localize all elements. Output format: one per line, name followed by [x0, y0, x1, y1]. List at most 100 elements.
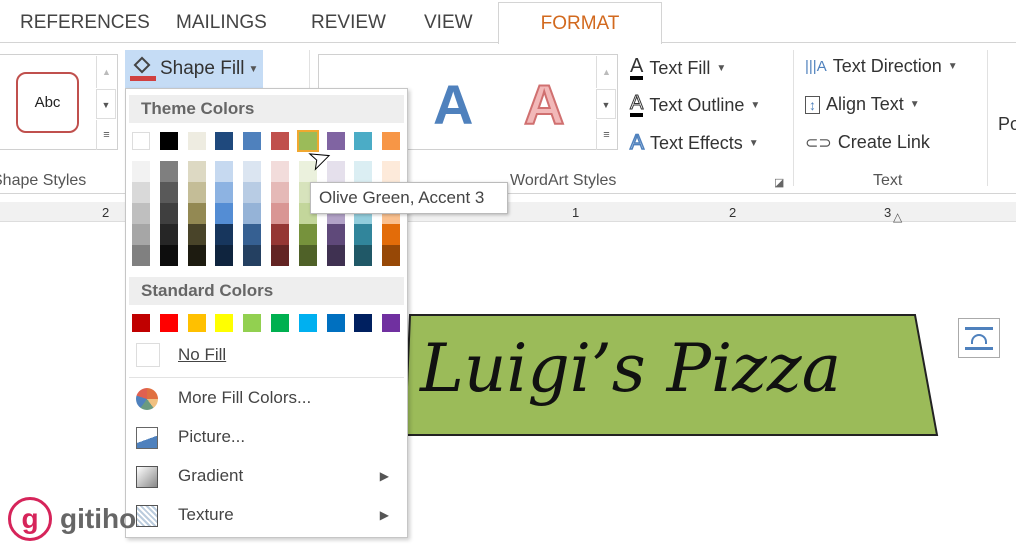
theme-shade-swatch[interactable]: [187, 161, 206, 182]
shape-fill-menu: Theme Colors Standard Colors No Fill Mor…: [125, 88, 408, 538]
standard-color-swatch[interactable]: [159, 314, 178, 332]
picture-icon: [136, 427, 158, 449]
theme-shade-swatch[interactable]: [132, 161, 150, 182]
theme-color-swatch[interactable]: [326, 132, 345, 150]
theme-shade-swatch[interactable]: [243, 203, 262, 224]
standard-color-swatch[interactable]: [354, 314, 373, 332]
theme-color-swatch[interactable]: [132, 132, 150, 150]
shape-style-preview[interactable]: Abc: [16, 72, 79, 133]
theme-shade-swatch[interactable]: [132, 245, 150, 266]
theme-color-swatch[interactable]: [354, 132, 373, 150]
theme-shade-swatch[interactable]: [326, 245, 345, 266]
theme-shade-swatch[interactable]: [243, 161, 262, 182]
theme-shade-swatch[interactable]: [187, 224, 206, 245]
wordart-more[interactable]: ≡: [596, 120, 616, 150]
theme-shade-swatch[interactable]: [354, 161, 373, 182]
theme-color-swatch[interactable]: [215, 132, 234, 150]
theme-shade-swatch[interactable]: [159, 245, 178, 266]
theme-shade-swatch[interactable]: [215, 203, 234, 224]
theme-shade-swatch[interactable]: [215, 182, 234, 203]
theme-shade-swatch[interactable]: [298, 224, 317, 245]
no-fill-item[interactable]: No Fill: [126, 337, 407, 373]
theme-shade-swatch[interactable]: [187, 245, 206, 266]
standard-color-swatch[interactable]: [215, 314, 234, 332]
theme-color-swatch[interactable]: [159, 132, 178, 150]
theme-shade-swatch[interactable]: [354, 245, 373, 266]
standard-color-swatch[interactable]: [132, 314, 150, 332]
theme-color-swatch[interactable]: [243, 132, 262, 150]
create-link-button[interactable]: ⊂⊃ Create Link: [805, 132, 930, 153]
tab-view[interactable]: VIEW: [424, 12, 473, 34]
tab-format[interactable]: FORMAT: [498, 2, 662, 44]
standard-color-swatch[interactable]: [382, 314, 401, 332]
picture-item[interactable]: Picture...: [126, 419, 407, 455]
theme-shade-swatch[interactable]: [132, 203, 150, 224]
theme-shade-swatch[interactable]: [382, 224, 401, 245]
wordart-scroll-down[interactable]: ▼: [596, 89, 616, 119]
chevron-down-icon: ▼: [947, 61, 958, 72]
tab-references[interactable]: REFERENCES: [20, 12, 150, 34]
text-fill-button[interactable]: A Text Fill ▼: [630, 56, 726, 80]
theme-shade-swatch[interactable]: [243, 182, 262, 203]
divider: [987, 50, 988, 186]
shape-text[interactable]: Luigi’s Pizza: [420, 330, 841, 407]
theme-shade-swatch[interactable]: [132, 182, 150, 203]
theme-color-swatch[interactable]: [382, 132, 401, 150]
theme-shade-swatch[interactable]: [159, 161, 178, 182]
standard-color-swatch[interactable]: [298, 314, 317, 332]
theme-shade-swatch[interactable]: [326, 224, 345, 245]
tab-review[interactable]: REVIEW: [311, 12, 386, 34]
theme-color-swatch[interactable]: [187, 132, 206, 150]
text-outline-button[interactable]: A Text Outline ▼: [629, 93, 760, 117]
gradient-item[interactable]: Gradient ▶: [126, 458, 407, 494]
standard-color-swatch[interactable]: [271, 314, 289, 332]
gallery-scroll-down[interactable]: ▼: [96, 89, 116, 119]
more-fill-colors-item[interactable]: More Fill Colors...: [126, 380, 407, 416]
theme-shade-swatch[interactable]: [271, 161, 289, 182]
dialog-launcher-icon[interactable]: ◪: [774, 176, 784, 189]
theme-shade-swatch[interactable]: [215, 161, 234, 182]
indent-marker[interactable]: △: [893, 210, 902, 224]
text-group-label: Text: [873, 172, 903, 189]
theme-shade-swatch[interactable]: [271, 182, 289, 203]
text-direction-button[interactable]: |||A Text Direction ▼: [805, 56, 958, 77]
theme-shade-swatch[interactable]: [187, 182, 206, 203]
standard-color-swatch[interactable]: [243, 314, 262, 332]
layout-options-icon[interactable]: [958, 318, 1000, 358]
theme-shade-swatch[interactable]: [215, 245, 234, 266]
theme-shade-swatch[interactable]: [159, 203, 178, 224]
gradient-label: Gradient: [178, 466, 244, 485]
theme-shade-swatch[interactable]: [159, 224, 178, 245]
standard-color-swatch[interactable]: [326, 314, 345, 332]
texture-item[interactable]: Texture ▶: [126, 497, 407, 533]
gallery-more[interactable]: ≡: [96, 120, 116, 150]
text-outline-label: Text Outline: [649, 94, 745, 115]
theme-shade-swatch[interactable]: [187, 203, 206, 224]
wordart-style-blue[interactable]: A: [433, 72, 473, 137]
theme-color-swatch[interactable]: [271, 132, 289, 150]
wordart-style-pink[interactable]: A: [523, 72, 565, 137]
chevron-down-icon: ▼: [748, 137, 759, 149]
standard-color-swatch[interactable]: [187, 314, 206, 332]
theme-shade-swatch[interactable]: [271, 203, 289, 224]
theme-shade-swatch[interactable]: [354, 224, 373, 245]
gitiho-logo: g: [8, 497, 52, 541]
wordart-scroll-up[interactable]: ▲: [596, 56, 616, 88]
theme-shade-swatch[interactable]: [215, 224, 234, 245]
gallery-scroll-up[interactable]: ▲: [96, 56, 116, 88]
text-effects-button[interactable]: A Text Effects ▼: [629, 130, 759, 155]
color-tooltip: Olive Green, Accent 3: [310, 182, 508, 214]
shape-fill-button[interactable]: Shape Fill ▼: [125, 50, 263, 88]
theme-shade-swatch[interactable]: [159, 182, 178, 203]
theme-shade-swatch[interactable]: [271, 224, 289, 245]
theme-shade-swatch[interactable]: [132, 224, 150, 245]
theme-shade-swatch[interactable]: [382, 161, 401, 182]
theme-shade-swatch[interactable]: [298, 245, 317, 266]
theme-shade-swatch[interactable]: [271, 245, 289, 266]
theme-shade-swatch[interactable]: [243, 245, 262, 266]
theme-shade-swatch[interactable]: [243, 224, 262, 245]
theme-shade-swatch[interactable]: [382, 245, 401, 266]
position-button[interactable]: Po: [998, 114, 1016, 135]
tab-mailings[interactable]: MAILINGS: [176, 12, 267, 34]
align-text-button[interactable]: ↕ Align Text ▼: [805, 94, 920, 115]
